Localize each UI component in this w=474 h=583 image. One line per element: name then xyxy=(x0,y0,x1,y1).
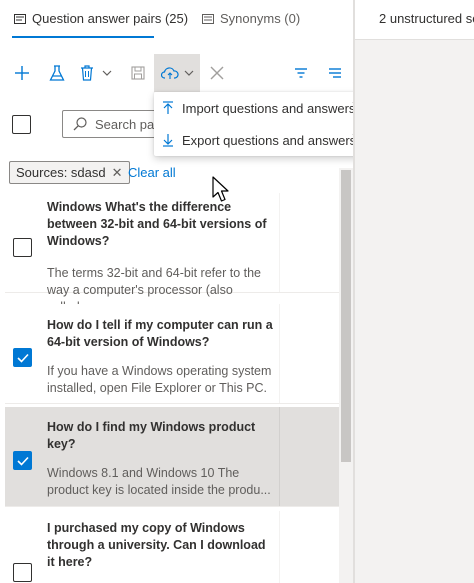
save-icon xyxy=(131,66,145,80)
menu-item-label: Export questions and answers xyxy=(182,132,357,148)
tab-label: Synonyms (0) xyxy=(220,11,301,26)
select-all-checkbox[interactable] xyxy=(12,115,31,134)
answer-text: Windows 8.1 and Windows 10 The product k… xyxy=(47,466,271,497)
remove-filter-icon[interactable]: ✕ xyxy=(112,165,123,181)
question-text: Windows What's the difference between 32… xyxy=(47,200,267,248)
tab-question-answer-pairs[interactable]: Question answer pairs (25) xyxy=(14,11,188,26)
synonyms-icon xyxy=(202,13,214,24)
question-text: How do I tell if my computer can run a 6… xyxy=(47,318,273,349)
save-button[interactable] xyxy=(124,54,152,92)
clear-all-link[interactable]: Clear all xyxy=(128,165,176,180)
menu-item-export[interactable]: Export questions and answers xyxy=(154,124,366,156)
row-divider xyxy=(279,304,280,403)
qna-icon xyxy=(14,13,26,24)
add-button[interactable] xyxy=(6,54,38,92)
question-text: How do I find my Windows product key? xyxy=(47,420,256,451)
cancel-button[interactable] xyxy=(204,54,230,92)
row-divider xyxy=(279,193,280,292)
source-filter-chip: Sources: sdasd ✕ xyxy=(9,161,130,184)
trash-icon xyxy=(81,65,93,81)
filter-button[interactable] xyxy=(288,54,314,92)
sort-icon xyxy=(329,68,341,78)
delete-button[interactable] xyxy=(76,54,116,92)
chip-label: Sources: sdasd xyxy=(16,165,106,180)
chevron-down-icon xyxy=(102,70,112,76)
export-icon xyxy=(154,133,182,147)
filter-icon xyxy=(295,68,307,78)
import-export-menu: Import questions and answers Export ques… xyxy=(154,92,366,156)
cloud-sync-icon xyxy=(160,67,179,79)
scrollbar-thumb[interactable] xyxy=(341,170,351,462)
list-item[interactable]: How do I tell if my computer can run a 6… xyxy=(5,304,339,412)
sources-tab[interactable]: 2 unstructured sources xyxy=(355,0,474,40)
import-icon xyxy=(154,101,182,115)
row-checkbox[interactable] xyxy=(13,348,32,367)
row-checkbox[interactable] xyxy=(13,451,32,470)
tab-bar: Question answer pairs (25) Synonyms (0) xyxy=(0,0,353,44)
search-icon xyxy=(73,117,87,131)
checkmark-icon xyxy=(16,353,29,363)
qna-list: Windows What's the difference between 32… xyxy=(5,193,339,583)
list-item[interactable]: I purchased my copy of Windows through a… xyxy=(5,511,339,583)
flask-icon xyxy=(49,64,65,81)
menu-item-label: Import questions and answers xyxy=(182,100,356,116)
qna-pane: Question answer pairs (25) Synonyms (0) xyxy=(0,0,366,583)
sort-button[interactable] xyxy=(322,54,348,92)
row-checkbox[interactable] xyxy=(13,563,32,582)
test-button[interactable] xyxy=(42,54,72,92)
row-checkbox[interactable] xyxy=(13,238,32,257)
checkmark-icon xyxy=(16,456,29,466)
question-text: I purchased my copy of Windows through a… xyxy=(47,521,266,569)
list-item[interactable]: How do I find my Windows product key? Wi… xyxy=(5,407,339,507)
tab-label: Question answer pairs (25) xyxy=(32,11,189,26)
mouse-cursor-icon xyxy=(212,176,229,202)
list-item[interactable]: Windows What's the difference between 32… xyxy=(5,193,339,314)
toolbar xyxy=(0,54,353,92)
row-divider xyxy=(279,407,280,506)
tab-synonyms[interactable]: Synonyms (0) xyxy=(202,11,300,26)
import-export-button[interactable] xyxy=(154,54,200,92)
row-divider xyxy=(279,511,280,583)
add-icon xyxy=(15,66,29,80)
sources-pane: 2 unstructured sources xyxy=(355,0,474,583)
chevron-down-icon xyxy=(184,70,193,76)
app-window: Question answer pairs (25) Synonyms (0) xyxy=(0,0,474,583)
menu-item-import[interactable]: Import questions and answers xyxy=(154,92,366,124)
close-icon xyxy=(210,66,224,80)
active-tab-indicator xyxy=(12,36,154,38)
